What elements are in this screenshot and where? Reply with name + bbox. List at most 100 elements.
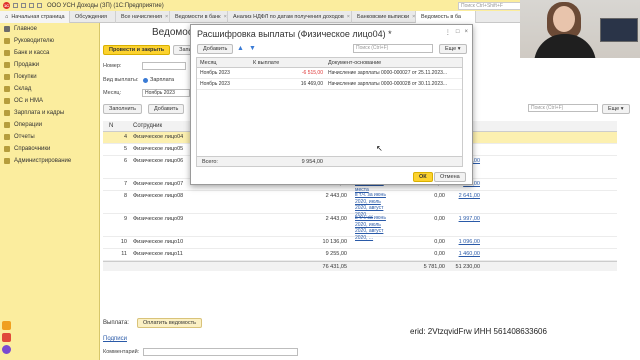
table-footer: 76 431,05 5 781,00 51 230,00 bbox=[103, 261, 617, 271]
row-amount: 16 469,00 bbox=[300, 81, 323, 87]
sidebar-item-label: Склад bbox=[14, 86, 32, 92]
notifications-icon[interactable] bbox=[21, 3, 26, 8]
amount: 9 255,00 bbox=[325, 251, 347, 257]
sidebar-item-sales[interactable]: Продажи bbox=[0, 59, 99, 71]
cancel-button[interactable]: Отмена bbox=[434, 172, 466, 182]
tab-label: Начальная страница bbox=[11, 14, 65, 20]
signatures-link[interactable]: Подписи bbox=[103, 336, 127, 342]
add-button[interactable]: Добавить bbox=[148, 104, 185, 114]
tab-bank-extracts[interactable]: Банковские выписки × bbox=[352, 11, 416, 23]
menu-icon bbox=[4, 26, 10, 32]
close-icon[interactable]: × bbox=[224, 14, 227, 20]
value-2-link[interactable]: 1 997,00 bbox=[448, 214, 480, 225]
tab-discussions[interactable]: Обсуждения bbox=[70, 11, 116, 23]
sidebar-item-label: Справочники bbox=[14, 146, 51, 152]
sidebar-item-reports[interactable]: Отчеты bbox=[0, 131, 99, 143]
tab-all-accruals[interactable]: Все начисления × bbox=[116, 11, 170, 23]
dialog-controls: ⋮ □ × bbox=[445, 29, 468, 36]
breakdown-header: Месяц К выплате Документ-основание bbox=[197, 58, 462, 68]
sales-icon bbox=[4, 62, 10, 68]
value-2-link[interactable]: 2 641,00 bbox=[448, 191, 480, 202]
employee-name: Физическое лицо06 bbox=[133, 158, 184, 164]
app-icon[interactable] bbox=[2, 333, 11, 342]
assets-icon bbox=[4, 98, 10, 104]
favorites-icon[interactable] bbox=[37, 3, 42, 8]
presenter-body bbox=[534, 34, 596, 58]
table-row[interactable]: 8 Физическое лицо08 2 443,00 в т.ч. за июнь… bbox=[103, 191, 617, 218]
tab-bank-statements-list[interactable]: Ведомости в банк × bbox=[170, 11, 228, 23]
table-row[interactable]: 9 Физическое лицо09 2 443,00 в т.ч. за июнь… bbox=[103, 214, 617, 241]
tab-ndfl-analysis[interactable]: Анализ НДФЛ по датам получения доходов × bbox=[228, 11, 352, 23]
bank-icon bbox=[4, 50, 10, 56]
reports-icon bbox=[4, 134, 10, 140]
row-number: 10 bbox=[120, 239, 127, 245]
sidebar-item-assets[interactable]: ОС и НМА bbox=[0, 95, 99, 107]
sidebar-item-catalogs[interactable]: Справочники bbox=[0, 143, 99, 155]
app-icon[interactable] bbox=[2, 321, 11, 330]
close-icon[interactable]: × bbox=[464, 29, 468, 36]
fill-button[interactable]: Заполнить bbox=[103, 104, 143, 114]
breakdown-row[interactable]: Ноябрь 2023 -6 515,00 Начисление зарплаты … bbox=[197, 68, 462, 79]
close-icon[interactable]: × bbox=[347, 14, 350, 20]
move-up-icon[interactable]: ▲ bbox=[237, 45, 244, 52]
row-document[interactable]: Начисление зарплаты 0000-000028 от 30.11… bbox=[328, 79, 462, 90]
employee-name: Физическое лицо11 bbox=[133, 251, 183, 257]
close-icon[interactable]: × bbox=[165, 14, 168, 20]
maximize-icon[interactable]: □ bbox=[456, 29, 460, 36]
sidebar-item-operations[interactable]: Операции bbox=[0, 119, 99, 131]
row-number: 6 bbox=[123, 158, 127, 164]
dialog-add-button[interactable]: Добавить bbox=[197, 44, 234, 54]
value-2-link[interactable]: 1 096,00 bbox=[448, 237, 480, 248]
employee-name: Физическое лицо08 bbox=[133, 193, 184, 199]
table-row[interactable]: 10 Физическое лицо10 10 136,00 0,00 1 096,00 bbox=[103, 237, 617, 249]
more-button[interactable]: Еще ▾ bbox=[602, 104, 630, 114]
sidebar-item-main[interactable]: Главное bbox=[0, 23, 99, 35]
radio-icon bbox=[143, 77, 148, 83]
operations-icon bbox=[4, 122, 10, 128]
sidebar-item-label: Зарплата и кадры bbox=[14, 110, 65, 116]
row-number: 11 bbox=[121, 251, 127, 257]
sidebar-item-manager[interactable]: Руководителю bbox=[0, 35, 99, 47]
radio-label: Зарплата bbox=[150, 77, 175, 83]
more-icon[interactable]: ⋮ bbox=[445, 29, 451, 36]
app-icon[interactable] bbox=[2, 345, 11, 354]
table-search-input[interactable]: Поиск (Ctrl+F) bbox=[528, 104, 598, 112]
row-amount: -6 515,00 bbox=[301, 70, 323, 76]
tab-label: Банковские выписки bbox=[357, 14, 410, 20]
move-down-icon[interactable]: ▼ bbox=[249, 45, 256, 52]
app-title: ООО УСН Доходы (ЗП) (1С:Предприятие) bbox=[47, 2, 164, 9]
total-v2: 51 230,00 bbox=[455, 264, 480, 270]
post-and-close-button[interactable]: Провести и закрыть bbox=[103, 45, 171, 55]
gear-icon bbox=[4, 158, 10, 164]
sidebar-item-label: Отчеты bbox=[14, 134, 35, 140]
value-2-link[interactable]: 1 460,00 bbox=[448, 249, 480, 260]
row-month: Ноябрь 2023 bbox=[200, 70, 230, 76]
sidebar-item-salary[interactable]: Зарплата и кадры bbox=[0, 107, 99, 119]
sidebar-item-warehouse[interactable]: Склад bbox=[0, 83, 99, 95]
tab-vedomost[interactable]: Ведомость в ба bbox=[416, 11, 476, 23]
number-field[interactable] bbox=[142, 62, 186, 70]
row-month: Ноябрь 2023 bbox=[200, 81, 230, 87]
history-icon[interactable] bbox=[29, 3, 34, 8]
breakdown-row[interactable]: Ноябрь 2023 16 469,00 Начисление зарплаты … bbox=[197, 79, 462, 90]
menu-icon[interactable] bbox=[13, 3, 18, 8]
dialog-more-button[interactable]: Еще ▾ bbox=[439, 44, 467, 54]
comment-field[interactable] bbox=[143, 348, 298, 356]
payout-type-radio[interactable]: Зарплата bbox=[143, 77, 174, 83]
close-icon[interactable]: × bbox=[412, 14, 415, 20]
table-row[interactable]: 11 Физическое лицо11 9 255,00 0,00 1 460,00 bbox=[103, 249, 617, 261]
sidebar-item-admin[interactable]: Администрирование bbox=[0, 155, 99, 167]
more-label: Еще bbox=[445, 46, 457, 52]
ok-button[interactable]: ОК bbox=[413, 172, 433, 182]
row-number: 5 bbox=[123, 146, 127, 152]
row-document[interactable]: Начисление зарплаты 0000-000027 от 25.11… bbox=[328, 68, 462, 79]
breakdown-table: Месяц К выплате Документ-основание Ноябр… bbox=[196, 57, 463, 167]
dialog-search-input[interactable]: Поиск (Ctrl+F) bbox=[353, 44, 433, 53]
tab-home[interactable]: ⌂ Начальная страница bbox=[0, 11, 70, 23]
sidebar-item-bank[interactable]: Банк и касса bbox=[0, 47, 99, 59]
month-field[interactable]: Ноябрь 2023 bbox=[142, 89, 190, 97]
pay-statement-button[interactable]: Оплатить ведомость bbox=[137, 318, 202, 328]
total-v1: 5 781,00 bbox=[423, 264, 445, 270]
sidebar-item-purchases[interactable]: Покупки bbox=[0, 71, 99, 83]
column-amount: К выплате bbox=[253, 60, 280, 66]
